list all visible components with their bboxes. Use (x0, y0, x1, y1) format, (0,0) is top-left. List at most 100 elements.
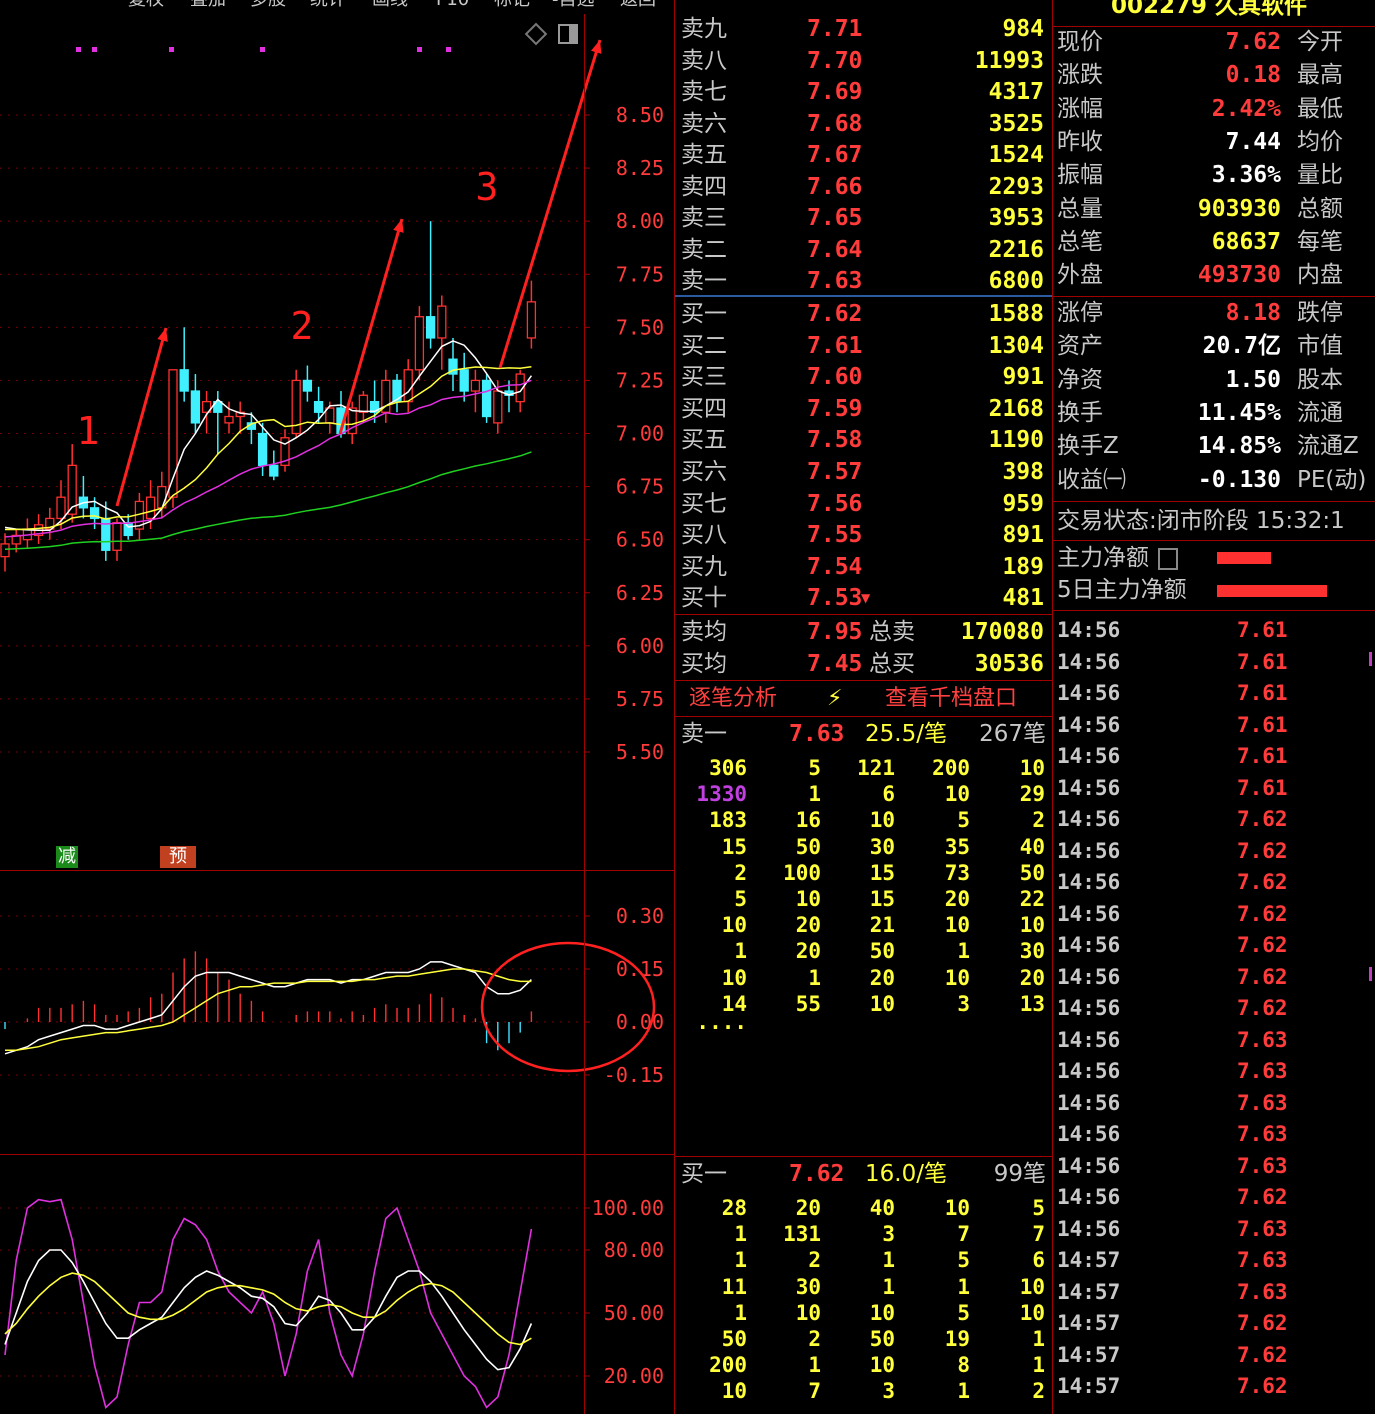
tick-price: 7.63 (1237, 1059, 1288, 1083)
candle-body[interactable] (481, 379, 492, 418)
queue-cell: 2 (734, 860, 747, 885)
queue-cell: 131 (783, 1222, 821, 1247)
tick-time: 14:56 (1057, 1122, 1121, 1146)
queue-cell: 10 (944, 965, 970, 990)
candle-body[interactable] (224, 415, 234, 424)
candle-body[interactable] (313, 400, 324, 413)
toolbar-btn-duogu[interactable]: 多股 (250, 0, 286, 14)
candle-body[interactable] (257, 432, 268, 467)
toolbar-btn-zixuan[interactable]: -自选 (552, 0, 595, 14)
toolbar-btn-biaoji[interactable]: 标记 (494, 0, 530, 14)
quote-row: 总量 903930 总额 (1053, 194, 1373, 224)
toolbar-btn-huaxian[interactable]: 画线 (372, 0, 408, 14)
tick-price: 7.62 (1237, 807, 1288, 831)
buy-level-row[interactable]: 买一 7.62 1588 (675, 298, 1052, 330)
tick-price: 7.62 (1237, 1311, 1288, 1335)
tick-price: 7.63 (1237, 1027, 1288, 1052)
buy-level-row[interactable]: 买七 7.56 959 (675, 488, 1052, 520)
kdj-chart[interactable]: 100.00 80.00 50.00 20.00 (0, 1156, 675, 1414)
queue-cell: 100 (783, 860, 821, 885)
macd-chart[interactable]: 0.30 0.15 0.00 -0.15 (0, 872, 675, 1154)
tick-time: 14:56 (1057, 1153, 1121, 1178)
sell-level-row[interactable]: 卖五 7.67 1524 (675, 139, 1052, 171)
buy-level-row[interactable]: 买九 7.54 189 (675, 551, 1052, 583)
toolbar-btn-tongji[interactable]: 统计 (310, 0, 346, 14)
tick-row: 14:57 7.63 (1053, 1245, 1375, 1276)
lightning-icon: ⚡ (827, 686, 843, 711)
annotation-number: 3 (476, 165, 499, 209)
queue-cell: 21 (869, 913, 895, 938)
candle-body[interactable] (459, 369, 469, 392)
quote-key: 振幅 (1057, 162, 1103, 189)
sell-level-volume: 6800 (988, 268, 1044, 294)
candle-body[interactable] (190, 390, 201, 424)
sell-level-row[interactable]: 卖八 7.70 11993 (675, 45, 1052, 77)
quote-row: 资产 20.7亿 市值 (1053, 331, 1373, 361)
tick-row: 14:56 7.63 (1053, 1119, 1375, 1150)
candle-body[interactable] (358, 394, 369, 413)
queue-cell: 3 (882, 1222, 895, 1247)
sell-level-row[interactable]: 卖二 7.64 2216 (675, 234, 1052, 266)
tick-row: 14:56 7.61 (1053, 647, 1375, 678)
candle-body[interactable] (269, 464, 279, 477)
candle-body[interactable] (56, 496, 66, 520)
buy-level-label: 买一 (681, 301, 727, 327)
sell-level-row[interactable]: 卖九 7.71 984 (675, 13, 1052, 45)
queue-cell: 15 (721, 834, 747, 859)
tick-time: 14:56 (1057, 964, 1121, 989)
sell-level-price: 7.69 (807, 79, 863, 105)
event-tag-reduce[interactable]: 减 (56, 846, 78, 868)
candle-body[interactable] (526, 301, 537, 339)
toolbar-btn-fanhui[interactable]: 返回 (620, 0, 656, 14)
sell-level-row[interactable]: 卖七 7.69 4317 (675, 76, 1052, 108)
sell-level-row[interactable]: 卖三 7.65 3953 (675, 202, 1052, 234)
buy-level-label: 买十 (681, 585, 727, 612)
candle-body[interactable] (145, 496, 156, 520)
candle-body[interactable] (470, 379, 481, 392)
buy-level-row[interactable]: 买五 7.58 1190 (675, 424, 1052, 456)
tick-time: 14:57 (1057, 1279, 1121, 1304)
queue-cell: 5 (957, 808, 970, 833)
buy-level-row[interactable]: 买八 7.55 891 (675, 519, 1052, 551)
quote-key: 资产 (1057, 333, 1103, 360)
signal-dot (417, 47, 422, 52)
queue-more[interactable]: .... (687, 1010, 747, 1034)
tab-depth-view[interactable]: 查看千档盘口 (885, 684, 1017, 714)
panel-toggle-icon[interactable] (558, 24, 578, 44)
candle-body[interactable] (302, 379, 313, 392)
buy-queue-per: 16.0/笔 (865, 1161, 947, 1187)
candle-body[interactable] (112, 522, 122, 551)
average-price: 7.95 (807, 619, 863, 645)
buy-level-row[interactable]: 买四 7.59 2168 (675, 393, 1052, 425)
event-tag-forecast[interactable]: 预 (160, 846, 196, 868)
average-total-label: 总买 (869, 651, 915, 677)
list-icon[interactable] (1158, 547, 1179, 570)
quote-key-2: 内盘 (1297, 262, 1343, 289)
buy-level-row[interactable]: 买二 7.61 1304 (675, 330, 1052, 362)
tab-tick-analysis[interactable]: 逐笔分析 (689, 684, 777, 714)
sell-level-row[interactable]: 卖四 7.66 2293 (675, 171, 1052, 203)
queue-cell: 30 (1019, 939, 1045, 964)
buy-level-row[interactable]: 买六 7.57 398 (675, 456, 1052, 488)
buy-level-row[interactable]: 买十 7.53 ▼ 481 (675, 582, 1052, 614)
y-tick-label: 8.00 (616, 209, 664, 233)
buy-level-row[interactable]: 买三 7.60 991 (675, 361, 1052, 393)
main-net-label: 主力净额 (1057, 545, 1149, 571)
toolbar-btn-f10[interactable]: F10 (436, 0, 469, 14)
candle-body[interactable] (493, 390, 503, 424)
candle-body[interactable] (0, 543, 10, 558)
sell-level-row[interactable]: 卖一 7.63 6800 (675, 265, 1052, 297)
trade-status-label: 交易状态: (1057, 508, 1157, 534)
candle-body[interactable] (403, 369, 413, 403)
sell-level-row[interactable]: 卖六 7.68 3525 (675, 108, 1052, 140)
candle-body[interactable] (414, 316, 425, 371)
toolbar-btn-fuquan[interactable]: 复权 (128, 0, 164, 14)
candle-body[interactable] (179, 369, 189, 392)
candle-body[interactable] (437, 305, 447, 339)
price-chart[interactable]: 8.50 8.25 8.00 7.75 7.50 7.25 7.00 6.75 6.50 6.25… (0, 14, 675, 870)
quote-value: 14.85% (1197, 433, 1281, 460)
dropdown-arrow-icon[interactable]: ▼ (861, 582, 870, 614)
candle-body[interactable] (425, 316, 436, 339)
quote-value: 903930 (1197, 195, 1281, 222)
toolbar-btn-diejia[interactable]: 叠加 (190, 0, 226, 14)
